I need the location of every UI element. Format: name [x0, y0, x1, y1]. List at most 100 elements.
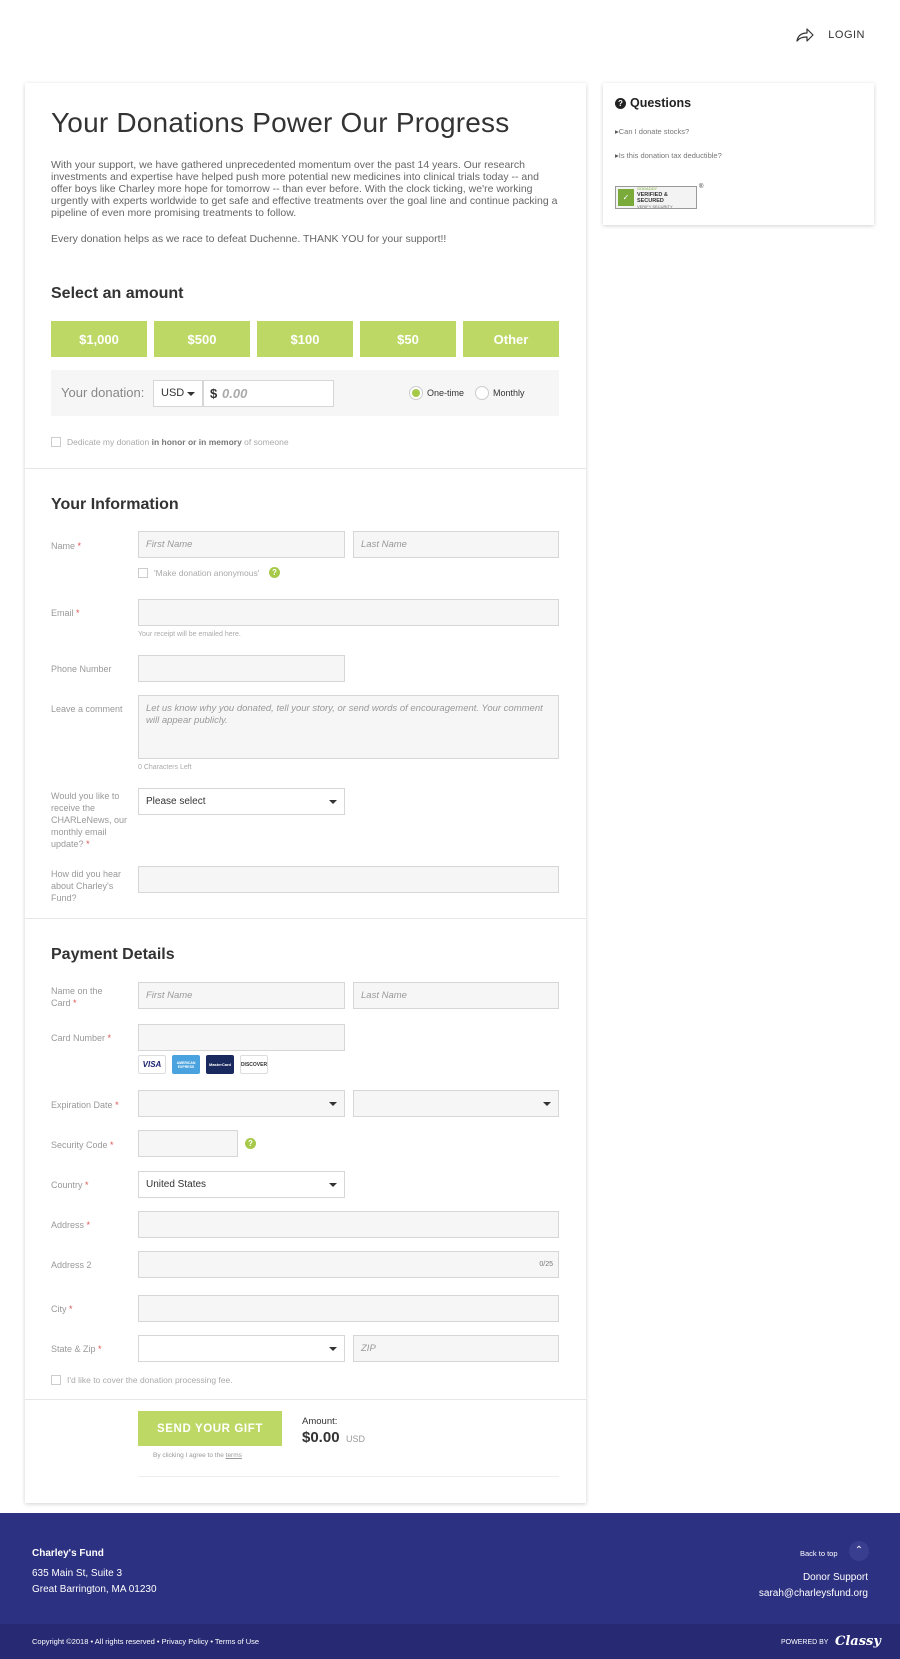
newsletter-value: Please select: [146, 796, 206, 807]
amount-currency: USD: [346, 1434, 366, 1444]
divider: [25, 918, 586, 919]
registered-mark: ®: [699, 184, 704, 190]
header-login[interactable]: LOGIN: [796, 28, 865, 42]
address-label: Address *: [51, 1220, 91, 1230]
question-circle-icon: ?: [615, 97, 626, 109]
terms-link[interactable]: terms: [226, 1452, 242, 1459]
newsletter-select[interactable]: Please select: [138, 788, 345, 815]
dedicate-checkbox[interactable]: [51, 437, 61, 447]
amount-label: Amount:: [302, 1416, 338, 1427]
cover-fee-checkbox[interactable]: [51, 1375, 61, 1385]
footer-address1: 635 Main St, Suite 3: [32, 1568, 123, 1579]
amount-button-50[interactable]: $50: [360, 321, 456, 357]
address2-field[interactable]: 0/25: [138, 1251, 559, 1278]
amount-button-1000[interactable]: $1,000: [51, 321, 147, 357]
intro-text: With your support, we have gathered unpr…: [51, 159, 558, 219]
amount-placeholder: 0.00: [222, 386, 248, 401]
country-label: Country *: [51, 1180, 89, 1190]
caret-down-icon: [329, 1347, 337, 1351]
email-field[interactable]: [138, 599, 559, 626]
security-badge[interactable]: ✓ GODADDY VERIFIED & SECURED VERIFY SECU…: [615, 186, 697, 209]
footer-bottom-bar: Copyright ©2018 • All rights reserved • …: [0, 1624, 900, 1659]
state-zip-label: State & Zip *: [51, 1344, 102, 1354]
characters-left: 0 Characters Left: [138, 764, 192, 771]
caret-down-icon: [329, 1183, 337, 1187]
address2-counter: 0/25: [539, 1261, 553, 1268]
donation-entry: Your donation: USD $ 0.00 One-time Month…: [51, 370, 559, 416]
intro-thanks: Every donation helps as we race to defea…: [51, 233, 447, 245]
card-first-name-input[interactable]: First Name: [138, 982, 345, 1009]
cover-fee-label: I'd like to cover the donation processin…: [67, 1375, 233, 1385]
monthly-radio[interactable]: [475, 386, 489, 400]
dollar-sign: $: [210, 386, 218, 401]
caret-down-icon: [187, 392, 195, 396]
discover-icon: DISCOVER: [240, 1055, 268, 1074]
shield-icon: ✓: [618, 189, 634, 206]
help-icon[interactable]: ?: [245, 1138, 256, 1149]
amount-button-other[interactable]: Other: [463, 321, 559, 357]
expiration-month-select[interactable]: [138, 1090, 345, 1117]
hear-field[interactable]: [138, 866, 559, 893]
name-label: Name *: [51, 541, 82, 551]
one-time-label: One-time: [427, 388, 465, 398]
caret-down-icon: [543, 1102, 551, 1106]
security-code-input[interactable]: [138, 1130, 238, 1157]
send-gift-button[interactable]: SEND YOUR GIFT: [138, 1411, 282, 1446]
help-icon[interactable]: ?: [269, 567, 280, 578]
questions-sidebar: ? Questions Can I donate stocks? Is this…: [603, 83, 874, 225]
email-hint: Your receipt will be emailed here.: [138, 631, 241, 638]
classy-logo[interactable]: Classy: [835, 1634, 881, 1649]
page-title: Your Donations Power Our Progress: [51, 107, 510, 138]
security-code-label: Security Code *: [51, 1140, 114, 1150]
state-select[interactable]: [138, 1335, 345, 1362]
first-name-input[interactable]: First Name: [138, 531, 345, 558]
footer-address2: Great Barrington, MA 01230: [32, 1584, 157, 1595]
faq-link-tax[interactable]: Is this donation tax deductible?: [615, 151, 722, 160]
country-select[interactable]: United States: [138, 1171, 345, 1198]
hear-label: How did you hear about Charley's Fund?: [51, 869, 122, 903]
payment-heading: Payment Details: [51, 946, 175, 963]
faq-link-stocks[interactable]: Can I donate stocks?: [615, 127, 689, 136]
last-name-input[interactable]: Last Name: [353, 531, 559, 558]
city-label: City *: [51, 1304, 73, 1314]
zip-field[interactable]: ZIP: [353, 1335, 559, 1362]
amount-button-500[interactable]: $500: [154, 321, 250, 357]
comment-textarea[interactable]: Let us know why you donated, tell your s…: [138, 695, 559, 759]
chevron-up-icon[interactable]: ⌃: [849, 1541, 869, 1561]
powered-by-label: POWERED BY: [781, 1639, 829, 1646]
share-icon[interactable]: [796, 28, 814, 42]
amex-icon: AMERICAN EXPRESS: [172, 1055, 200, 1074]
donation-form-card: Your Donations Power Our Progress With y…: [25, 83, 586, 1503]
expiration-year-select[interactable]: [353, 1090, 559, 1117]
divider: [25, 1399, 586, 1400]
back-to-top-link[interactable]: Back to top: [800, 1549, 838, 1558]
expiration-label: Expiration Date *: [51, 1100, 119, 1110]
amount-button-100[interactable]: $100: [257, 321, 353, 357]
terms-text: By clicking I agree to the terms: [153, 1452, 242, 1459]
newsletter-label: Would you like to receive the CHARLeNews…: [51, 791, 128, 849]
card-name-label: Name on the Card *: [51, 986, 103, 1008]
comment-label: Leave a comment: [51, 704, 123, 714]
amount-total: $0.00: [302, 1429, 340, 1446]
country-value: United States: [146, 1179, 207, 1190]
login-link[interactable]: LOGIN: [828, 29, 865, 41]
divider: [25, 468, 586, 469]
support-email-link[interactable]: sarah@charleysfund.org: [759, 1588, 868, 1599]
city-field[interactable]: [138, 1295, 559, 1322]
donation-amount-input[interactable]: $ 0.00: [203, 380, 334, 407]
copyright-text: Copyright ©2018 • All rights reserved • …: [32, 1637, 260, 1646]
one-time-radio[interactable]: [409, 386, 423, 400]
card-number-input[interactable]: [138, 1024, 345, 1051]
divider: [138, 1476, 559, 1477]
info-heading: Your Information: [51, 496, 179, 513]
card-last-name-input[interactable]: Last Name: [353, 982, 559, 1009]
phone-field[interactable]: [138, 655, 345, 682]
anonymous-checkbox[interactable]: [138, 568, 148, 578]
address-field[interactable]: [138, 1211, 559, 1238]
email-label: Email *: [51, 608, 80, 618]
questions-heading: ? Questions: [615, 96, 691, 110]
address2-label: Address 2: [51, 1260, 92, 1270]
currency-select[interactable]: USD: [153, 380, 203, 407]
card-number-label: Card Number *: [51, 1033, 112, 1043]
mastercard-icon: MasterCard: [206, 1055, 234, 1074]
